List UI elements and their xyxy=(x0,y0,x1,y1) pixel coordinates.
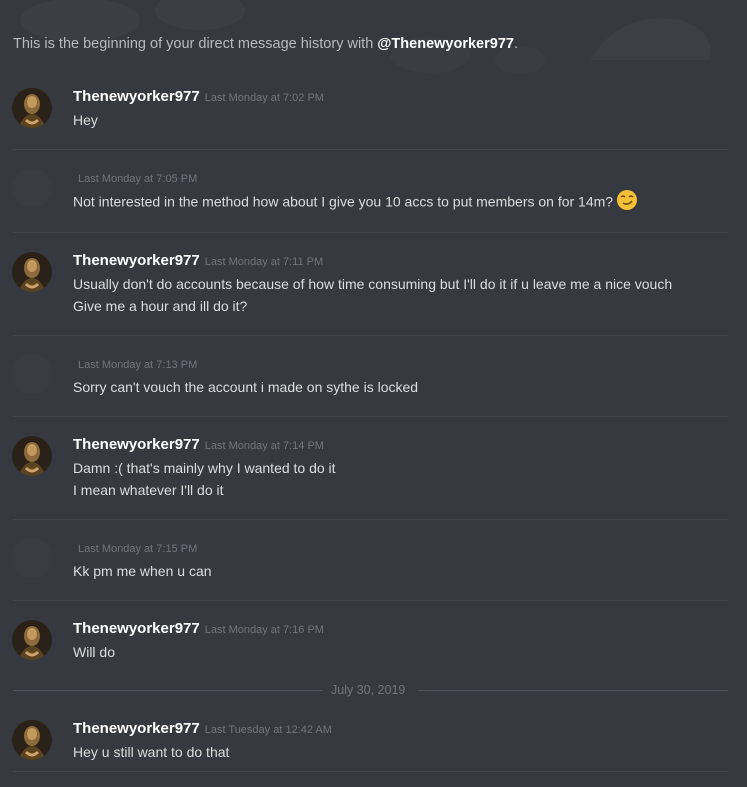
message-timestamp: Last Monday at 7:14 PM xyxy=(204,440,324,452)
message-author[interactable]: Thenewyorker977 Last Monday at 7:16 PM xyxy=(73,620,324,637)
avatar[interactable] xyxy=(12,252,52,292)
message-text: Sorry can't vouch the account i made on … xyxy=(73,379,419,395)
avatar[interactable] xyxy=(12,354,52,394)
message-text: Give me a hour and ill do it? xyxy=(73,298,248,314)
message-text: Damn :( that's mainly why I wanted to do… xyxy=(73,460,336,476)
date-separator-label: July 30, 2019 xyxy=(331,683,406,697)
avatar[interactable] xyxy=(12,88,52,128)
message-timestamp: Last Monday at 7:15 PM xyxy=(78,543,198,555)
intro-handle[interactable]: @Thenewyorker977 xyxy=(377,36,514,52)
message-text: I mean whatever I'll do it xyxy=(73,482,224,498)
message-timestamp: Last Monday at 7:02 PM xyxy=(204,92,324,104)
message-text: Kk pm me when u can xyxy=(73,563,212,579)
message-divider xyxy=(13,232,728,233)
avatar[interactable] xyxy=(12,720,52,760)
message-text: Hey u still want to do that xyxy=(73,744,230,760)
avatar[interactable] xyxy=(12,538,52,578)
message-timestamp: Last Monday at 7:13 PM xyxy=(78,359,198,371)
avatar[interactable] xyxy=(12,620,52,660)
message-author[interactable]: Thenewyorker977 Last Tuesday at 12:42 AM xyxy=(73,720,332,737)
date-separator: July 30, 2019 xyxy=(13,683,728,697)
message-timestamp: Last Monday at 7:16 PM xyxy=(204,624,324,636)
message-text: Will do xyxy=(73,644,116,660)
message-timestamp: Last Monday at 7:05 PM xyxy=(78,173,198,185)
message-text: Hey xyxy=(73,112,98,128)
intro-prefix: This is the beginning of your direct mes… xyxy=(13,36,378,52)
dm-history-intro: This is the beginning of your direct mes… xyxy=(13,36,518,52)
smirk-emoji-icon xyxy=(616,189,638,214)
message-author[interactable]: Thenewyorker977 Last Monday at 7:14 PM xyxy=(73,436,324,453)
message-author[interactable]: Thenewyorker977 Last Monday at 7:02 PM xyxy=(73,88,324,105)
message-text: Not interested in the method how about I… xyxy=(73,189,638,214)
message-divider xyxy=(13,771,728,772)
message-timestamp: Last Monday at 7:11 PM xyxy=(204,256,324,268)
message-divider xyxy=(13,600,728,601)
message-text: Usually don't do accounts because of how… xyxy=(73,276,673,292)
intro-suffix: . xyxy=(513,36,518,52)
message-divider xyxy=(13,335,728,336)
message-timestamp: Last Tuesday at 12:42 AM xyxy=(204,724,332,736)
message-divider xyxy=(13,149,728,150)
message-divider xyxy=(13,519,728,520)
avatar[interactable] xyxy=(12,436,52,476)
message-divider xyxy=(13,416,728,417)
message-author[interactable]: Thenewyorker977 Last Monday at 7:11 PM xyxy=(73,252,323,269)
avatar[interactable] xyxy=(12,168,52,208)
